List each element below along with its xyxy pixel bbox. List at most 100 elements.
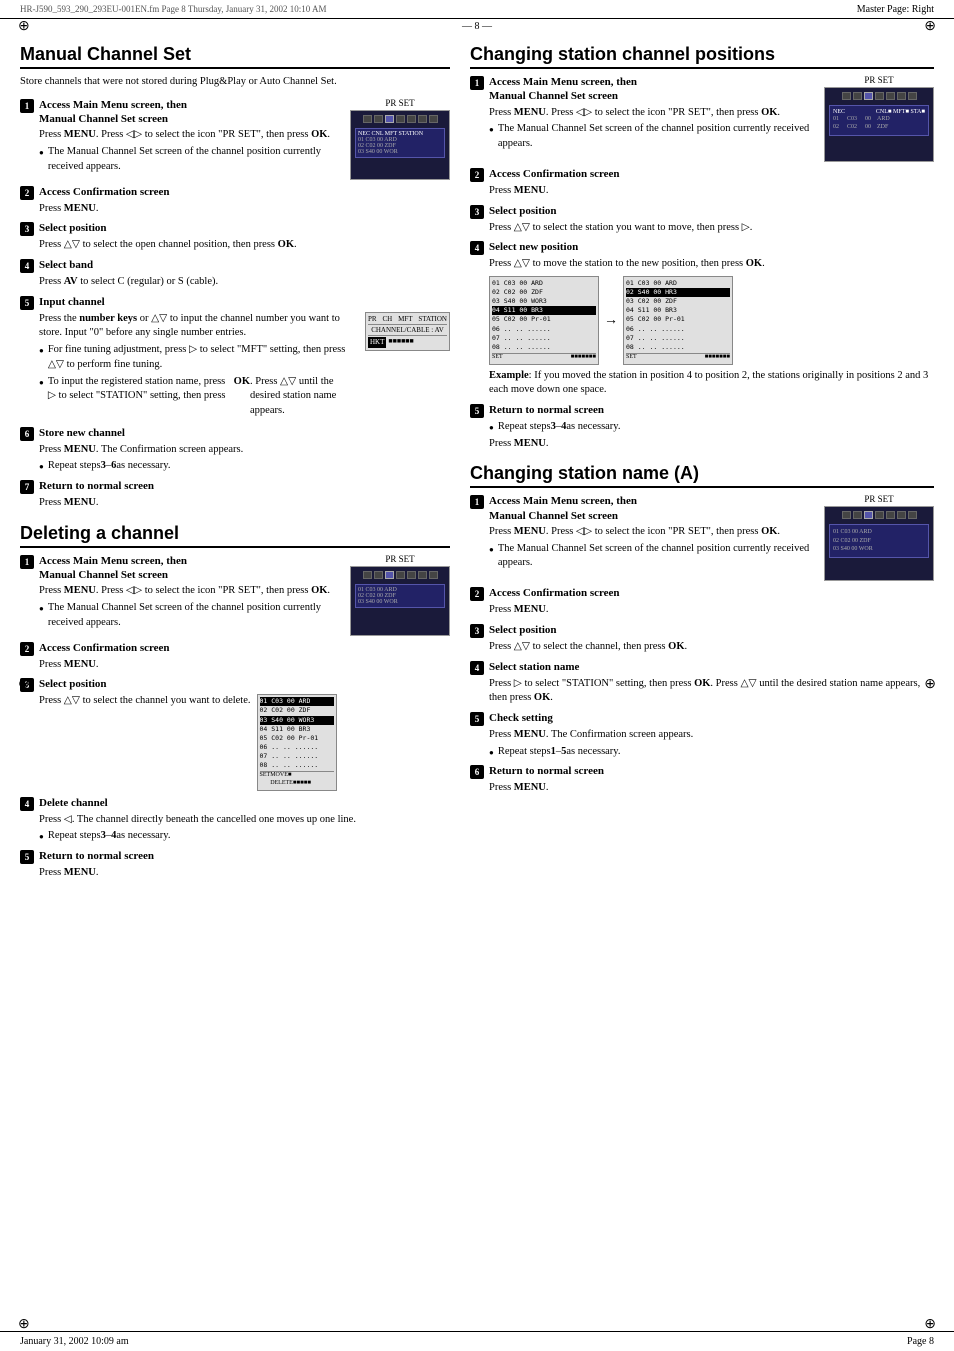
cn-step1-bullet: The Manual Channel Set screen of the cha… <box>489 542 816 571</box>
mcs-step5-bullet2: To input the registered station name, pr… <box>39 375 359 419</box>
cn-step-4: 4 Select station name Press ▷ to select … <box>470 660 934 706</box>
cn-step2-body: Press MENU. <box>489 603 934 618</box>
del-step-5: 5 Return to normal screen Press MENU. <box>20 849 450 881</box>
footer-page: Page 8 <box>907 1336 934 1347</box>
mcs-step-num-2: 2 <box>20 186 34 200</box>
footer-date: January 31, 2002 10:09 am <box>20 1336 129 1347</box>
cp-step3-body: Press △▽ to select the station you want … <box>489 221 934 236</box>
cp-channel-table-after: 01 C03 00 ARD 02 S40 00 HR3 03 C02 00 ZD… <box>623 276 733 365</box>
cp-step-2: 2 Access Confirmation screen Press MENU. <box>470 167 934 199</box>
mcs-step7-body: Press MENU. <box>39 496 450 511</box>
mcs-step6-repeat: Repeat steps 3 – 6 as necessary. <box>39 459 450 474</box>
cn-step-5: 5 Check setting Press MENU. The Confirma… <box>470 711 934 759</box>
page-number-top: — 8 — <box>0 19 954 34</box>
del-step-num-2: 2 <box>20 642 34 656</box>
changing-positions-section: Changing station channel positions 1 Acc… <box>470 44 934 451</box>
del-step-4: 4 Delete channel Press ◁. The channel di… <box>20 796 450 844</box>
corner-mark-tl: ⊕ <box>18 18 30 35</box>
cp-step-5: 5 Return to normal screen Repeat steps 3… <box>470 403 934 451</box>
mcs-step-3: 3 Select position Press △▽ to select the… <box>20 221 450 253</box>
del-step-title-2: Access Confirmation screen <box>39 641 170 655</box>
mcs-step-num-3: 3 <box>20 222 34 236</box>
mcs-step-4: 4 Select band Press AV to select C (regu… <box>20 258 450 290</box>
del-pr-set-box: PR SET <box>350 554 450 636</box>
page-header: HR-J590_593_290_293EU-001EN.fm Page 8 Th… <box>0 0 954 19</box>
mcs-step-2: 2 Access Confirmation screen Press MENU. <box>20 185 450 217</box>
cn-step-num-1: 1 <box>470 495 484 509</box>
mcs-step-title-7: Return to normal screen <box>39 479 154 493</box>
cn-step6-body: Press MENU. <box>489 781 934 796</box>
cp-step2-body: Press MENU. <box>489 184 934 199</box>
changing-name-title: Changing station name (A) <box>470 463 934 488</box>
cn-step-num-5: 5 <box>470 712 484 726</box>
cn-step-2: 2 Access Confirmation screen Press MENU. <box>470 586 934 618</box>
mcs-step-num-6: 6 <box>20 427 34 441</box>
page-wrapper: ⊕ ⊕ ⊕ ⊕ ⊕ ⊕ HR-J590_593_290_293EU-001EN.… <box>0 0 954 1351</box>
cn-step-3: 3 Select position Press △▽ to select the… <box>470 623 934 655</box>
del-step4-body: Press ◁. The channel directly beneath th… <box>39 813 450 828</box>
corner-mark-mr: ⊕ <box>924 676 936 693</box>
right-column: Changing station channel positions 1 Acc… <box>470 44 934 886</box>
page-dash-label: — 8 — <box>462 21 492 32</box>
manual-channel-set-intro: Store channels that were not stored duri… <box>20 75 450 90</box>
mcs-step-5: 5 Input channel Press the number keys or… <box>20 295 450 421</box>
arrow-right-icon: → <box>604 311 618 331</box>
cn-pr-set-label: PR SET <box>824 494 934 504</box>
cp-step-1: 1 Access Main Menu screen, thenManual Ch… <box>470 75 934 162</box>
mcs-step-title-2: Access Confirmation screen <box>39 185 170 199</box>
cp-step1-bullet: The Manual Channel Set screen of the cha… <box>489 122 816 151</box>
file-info: HR-J590_593_290_293EU-001EN.fm Page 8 Th… <box>20 4 857 15</box>
cp-step-num-3: 3 <box>470 205 484 219</box>
cp-step-num-5: 5 <box>470 404 484 418</box>
del-step-title-5: Return to normal screen <box>39 849 154 863</box>
del-step5-body: Press MENU. <box>39 866 450 881</box>
del-pr-set-image: 01 C03 00 ARD 02 C02 00 ZDF 03 S40 00 WO… <box>350 566 450 636</box>
mcs-step5-bullet1: For fine tuning adjustment, press ▷ to s… <box>39 343 359 372</box>
cn-step-title-1: Access Main Menu screen, thenManual Chan… <box>489 494 637 523</box>
cp-step-num-1: 1 <box>470 76 484 90</box>
cn-step-title-3: Select position <box>489 623 557 637</box>
cp-step5-body: Press MENU. <box>489 437 934 452</box>
input-channel-screen: PRCHMFTSTATION CHANNEL/CABLE : AV HKT ■■… <box>365 312 450 351</box>
pr-set-image-1: NEC CNL MFT STATION 01 C03 00 ARD 02 C02… <box>350 110 450 180</box>
cn-step-num-2: 2 <box>470 587 484 601</box>
mcs-step-7: 7 Return to normal screen Press MENU. <box>20 479 450 511</box>
cn-step5-body: Press MENU. The Confirmation screen appe… <box>489 728 934 743</box>
manual-channel-set-title: Manual Channel Set <box>20 44 450 69</box>
mcs-step-title-3: Select position <box>39 221 107 235</box>
cn-step4-body: Press ▷ to select "STATION" setting, the… <box>489 677 934 706</box>
cn-step-6: 6 Return to normal screen Press MENU. <box>470 764 934 796</box>
cp-channel-tables: 01 C03 00 ARD 02 C02 00 ZDF 03 S40 00 WO… <box>489 276 934 365</box>
page-footer: January 31, 2002 10:09 am Page 8 <box>0 1331 954 1351</box>
del-step-title-3: Select position <box>39 677 107 691</box>
cp-step1-body: Press MENU. Press ◁▷ to select the icon … <box>489 106 816 121</box>
cn-step-title-2: Access Confirmation screen <box>489 586 620 600</box>
cn-step-num-6: 6 <box>470 765 484 779</box>
del-step-1: 1 Access Main Menu screen, thenManual Ch… <box>20 554 450 636</box>
mcs-step1-bullet: The Manual Channel Set screen of the cha… <box>39 145 342 174</box>
mcs-step-title-6: Store new channel <box>39 426 125 440</box>
cn-step-title-5: Check setting <box>489 711 553 725</box>
mcs-step-title-4: Select band <box>39 258 93 272</box>
changing-name-section: Changing station name (A) 1 Access Main … <box>470 463 934 796</box>
cp-step-title-3: Select position <box>489 204 557 218</box>
mcs-step-num-5: 5 <box>20 296 34 310</box>
cp-step4-example: Example: If you moved the station in pos… <box>489 369 934 398</box>
del-step1-body: Press MENU. Press ◁▷ to select the icon … <box>39 584 342 599</box>
cn-step-num-3: 3 <box>470 624 484 638</box>
mcs-step-title-1: Access Main Menu screen, thenManual Chan… <box>39 98 187 127</box>
cn-step1-body: Press MENU. Press ◁▷ to select the icon … <box>489 525 816 540</box>
cp-step-3: 3 Select position Press △▽ to select the… <box>470 204 934 236</box>
cn-step5-repeat: Repeat steps 1 – 5 as necessary. <box>489 745 934 760</box>
mcs-step5-body1: Press the number keys or △▽ to input the… <box>39 312 359 341</box>
del-step3-body: Press △▽ to select the channel you want … <box>39 694 251 709</box>
changing-positions-title: Changing station channel positions <box>470 44 934 69</box>
cn-pr-set-box: PR SET <box>824 494 934 581</box>
cp-step-title-1: Access Main Menu screen, thenManual Chan… <box>489 75 637 104</box>
del-step2-body: Press MENU. <box>39 658 450 673</box>
cn-pr-set-image: 01 C03 00 ARD 02 C02 00 ZDF 03 S40 00 WO… <box>824 506 934 581</box>
deleting-channel-section: Deleting a channel 1 Access Main Menu sc… <box>20 523 450 881</box>
deleting-channel-title: Deleting a channel <box>20 523 450 548</box>
cp-step-title-5: Return to normal screen <box>489 403 604 417</box>
mcs-step6-body: Press MENU. The Confirmation screen appe… <box>39 443 450 458</box>
